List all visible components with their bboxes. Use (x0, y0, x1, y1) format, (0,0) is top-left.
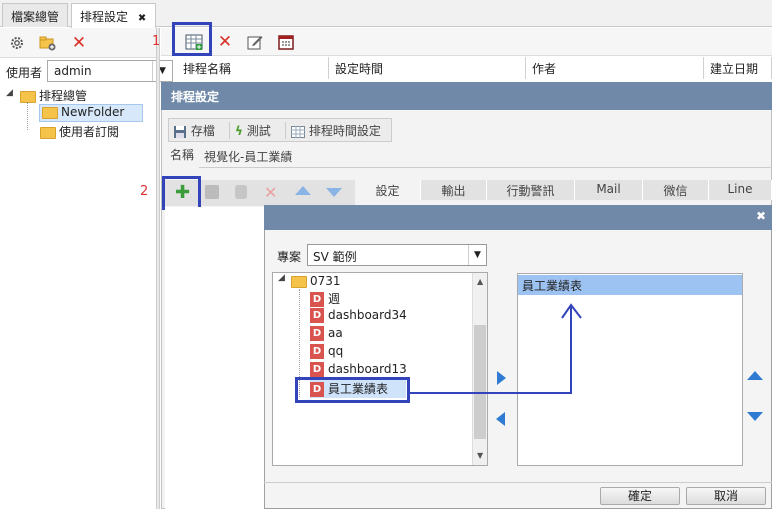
ok-button[interactable]: 確定 (600, 487, 680, 505)
cancel-button[interactable]: 取消 (686, 487, 766, 505)
annotation-arrow (410, 303, 582, 394)
divider (264, 482, 772, 483)
